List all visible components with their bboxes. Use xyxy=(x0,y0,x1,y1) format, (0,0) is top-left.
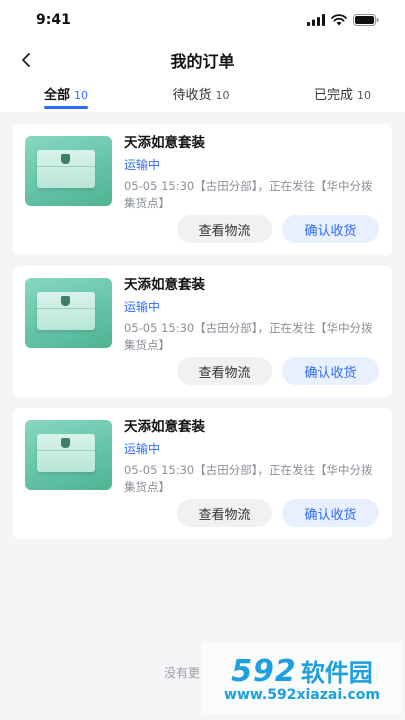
chevron-left-icon xyxy=(22,53,30,67)
tab-indicator xyxy=(179,106,223,109)
tab-label: 待收货 xyxy=(172,88,212,103)
back-button[interactable] xyxy=(14,48,38,72)
order-list: 天添如意套装 运输中 05-05 15:30【古田分部】，正在发往【华中分拨集货… xyxy=(0,112,405,539)
battery-icon xyxy=(353,14,379,26)
tab-label: 已完成 xyxy=(313,88,353,103)
tab-count: 10 xyxy=(356,89,371,102)
status-bar: 9:41 xyxy=(0,0,405,40)
tab-all[interactable]: 全部 10 xyxy=(44,80,88,109)
product-image xyxy=(25,278,112,348)
tracking-info: 05-05 15:30【古田分部】，正在发往【华中分拨集货点】 xyxy=(124,321,373,352)
view-logistics-button[interactable]: 查看物流 xyxy=(177,357,272,385)
tab-indicator xyxy=(320,106,364,109)
wifi-icon xyxy=(331,14,347,26)
order-status: 运输中 xyxy=(124,442,161,456)
product-image xyxy=(25,136,112,206)
watermark-number: 592 xyxy=(231,654,297,689)
watermark-url: www.592xiazai.com xyxy=(224,687,380,703)
tab-completed[interactable]: 已完成 10 xyxy=(314,80,371,109)
no-more-text: 没有更 xyxy=(164,666,201,680)
watermark-name: 软件园 xyxy=(300,659,373,687)
tab-active-indicator xyxy=(44,106,88,109)
product-name: 天添如意套装 xyxy=(124,135,205,151)
order-status: 运输中 xyxy=(124,300,161,314)
signal-icon xyxy=(307,14,325,26)
order-status: 运输中 xyxy=(124,158,161,172)
order-card[interactable]: 天添如意套装 运输中 05-05 15:30【古田分部】，正在发往【华中分拨集货… xyxy=(13,124,392,255)
tab-label: 全部 xyxy=(44,88,71,103)
page-title: 我的订单 xyxy=(170,52,235,71)
order-card[interactable]: 天添如意套装 运输中 05-05 15:30【古田分部】，正在发往【华中分拨集货… xyxy=(13,266,392,397)
tab-count: 10 xyxy=(215,89,230,102)
confirm-receipt-button[interactable]: 确认收货 xyxy=(282,215,379,243)
product-image xyxy=(25,420,112,490)
tab-pending-receipt[interactable]: 待收货 10 xyxy=(172,80,229,109)
product-name: 天添如意套装 xyxy=(124,277,205,293)
view-logistics-button[interactable]: 查看物流 xyxy=(177,499,272,527)
confirm-receipt-button[interactable]: 确认收货 xyxy=(282,499,379,527)
status-time: 9:41 xyxy=(36,12,71,28)
tracking-info: 05-05 15:30【古田分部】，正在发往【华中分拨集货点】 xyxy=(124,179,373,210)
watermark-logo: 592 软件园 www.592xiazai.com xyxy=(202,642,402,714)
order-tabs: 全部 10 待收货 10 已完成 10 xyxy=(0,80,405,112)
navbar: 我的订单 xyxy=(0,40,405,80)
view-logistics-button[interactable]: 查看物流 xyxy=(177,215,272,243)
tracking-info: 05-05 15:30【古田分部】，正在发往【华中分拨集货点】 xyxy=(124,463,373,494)
status-icons xyxy=(307,14,379,26)
confirm-receipt-button[interactable]: 确认收货 xyxy=(282,357,379,385)
order-card[interactable]: 天添如意套装 运输中 05-05 15:30【古田分部】，正在发往【华中分拨集货… xyxy=(13,408,392,539)
header: 9:41 我的订单 全部 10 待收货 10 已完成 10 xyxy=(0,0,405,112)
tab-count: 10 xyxy=(74,89,89,102)
product-name: 天添如意套装 xyxy=(124,419,205,435)
